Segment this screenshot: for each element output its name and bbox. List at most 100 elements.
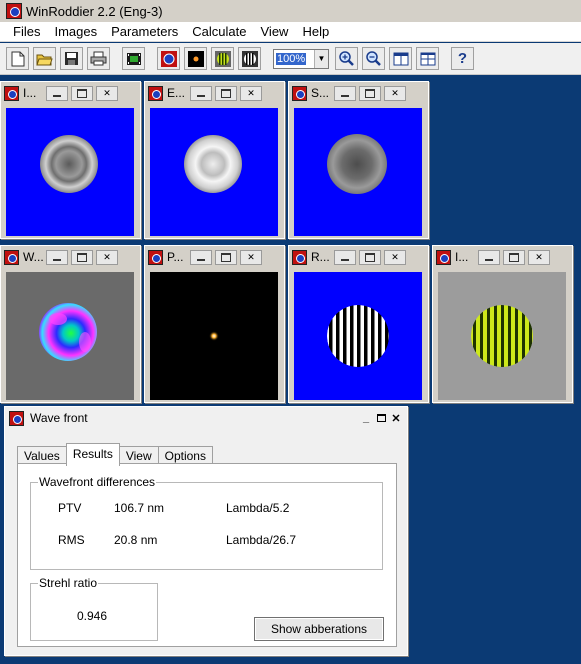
image-window-3[interactable]: S... ✕ — [288, 81, 429, 239]
menu-view[interactable]: View — [254, 24, 296, 39]
minimize-button[interactable] — [46, 85, 68, 101]
maximize-button[interactable] — [359, 249, 381, 265]
app-logo-icon — [6, 3, 22, 19]
point-spread-function — [209, 331, 219, 341]
window-titlebar[interactable]: S... ✕ — [289, 82, 428, 104]
chevron-down-icon[interactable]: ▼ — [314, 49, 328, 68]
tile-horizontal-button[interactable] — [389, 47, 412, 70]
wavefront-map-image — [6, 272, 134, 400]
window-logo-icon — [292, 85, 307, 101]
app-titlebar: WinRoddier 2.2 (Eng-3) — [0, 0, 581, 22]
help-icon: ? — [457, 50, 468, 67]
new-file-button[interactable] — [6, 47, 29, 70]
close-button[interactable]: ✕ — [96, 249, 118, 265]
defocused-star-image — [184, 135, 242, 193]
close-button[interactable]: ✕ — [389, 411, 403, 425]
tile-grid-button[interactable] — [416, 47, 439, 70]
image-window-4[interactable]: W... ✕ — [0, 245, 141, 403]
image-window-7[interactable]: I... ✕ — [432, 245, 573, 403]
maximize-button[interactable] — [374, 411, 388, 425]
film-icon — [126, 52, 141, 65]
psf-image — [150, 272, 278, 400]
maximize-button[interactable] — [215, 85, 237, 101]
tab-results[interactable]: Results — [65, 443, 120, 466]
image-window-2[interactable]: E... ✕ — [144, 81, 285, 239]
close-button[interactable]: ✕ — [240, 249, 262, 265]
maximize-button[interactable] — [71, 85, 93, 101]
image-window-5[interactable]: P... ✕ — [144, 245, 285, 403]
close-button[interactable]: ✕ — [528, 249, 550, 265]
rms-lambda: Lambda/26.7 — [226, 533, 297, 547]
window-titlebar[interactable]: I... ✕ — [433, 246, 572, 268]
minimize-button[interactable] — [46, 249, 68, 265]
window-logo-icon — [148, 249, 163, 265]
window-logo-icon — [292, 249, 307, 265]
psf-button[interactable] — [184, 47, 207, 70]
strehl-ratio-group: Strehl ratio 0.946 — [30, 576, 158, 641]
open-file-button[interactable] — [33, 47, 56, 70]
ptv-value: 106.7 nm — [114, 501, 165, 515]
window-titlebar[interactable]: E... ✕ — [145, 82, 284, 104]
maximize-button[interactable] — [503, 249, 525, 265]
minimize-button[interactable]: _ — [359, 411, 373, 425]
minimize-button[interactable] — [478, 249, 500, 265]
toolbar: 100% ▼ ? — [0, 43, 581, 75]
printer-icon — [90, 51, 107, 66]
window-titlebar[interactable]: I... ✕ — [1, 82, 140, 104]
minimize-button[interactable] — [334, 249, 356, 265]
window-logo-icon — [4, 249, 19, 265]
window-logo-icon — [4, 85, 19, 101]
show-abberations-button[interactable]: Show abberations — [254, 617, 384, 641]
wavefront-window[interactable]: Wave front _ ✕ Values Results View Optio… — [4, 406, 408, 656]
minimize-button[interactable] — [190, 249, 212, 265]
group-label: Wavefront differences — [38, 475, 157, 489]
save-button[interactable] — [60, 47, 83, 70]
new-file-icon — [11, 51, 24, 66]
zoom-select[interactable]: 100% ▼ — [273, 48, 329, 69]
maximize-button[interactable] — [215, 249, 237, 265]
rms-label: RMS — [58, 533, 85, 547]
roddier-button[interactable] — [157, 47, 180, 70]
ronchi-image — [294, 272, 422, 400]
window-titlebar[interactable]: R... ✕ — [289, 246, 428, 268]
image-window-6[interactable]: R... ✕ — [288, 245, 429, 403]
menu-files[interactable]: Files — [6, 24, 47, 39]
defocused-star-image — [40, 135, 98, 193]
app-title: WinRoddier 2.2 (Eng-3) — [26, 3, 163, 19]
close-button[interactable]: ✕ — [96, 85, 118, 101]
strehl-value: 0.946 — [77, 609, 108, 623]
close-button[interactable]: ✕ — [240, 85, 262, 101]
close-button[interactable]: ✕ — [384, 85, 406, 101]
print-button[interactable] — [87, 47, 110, 70]
minimize-button[interactable] — [190, 85, 212, 101]
menu-help[interactable]: Help — [295, 24, 336, 39]
wavefront-title: Wave front — [30, 411, 88, 425]
save-disk-icon — [65, 52, 78, 65]
menu-images[interactable]: Images — [47, 24, 104, 39]
zoom-in-button[interactable] — [335, 47, 358, 70]
ptv-label: PTV — [58, 501, 82, 515]
fringes-green-button[interactable] — [211, 47, 234, 70]
menu-parameters[interactable]: Parameters — [104, 24, 185, 39]
group-label: Strehl ratio — [38, 576, 99, 590]
window-title: W... — [23, 250, 43, 264]
minimize-button[interactable] — [334, 85, 356, 101]
defocused-star-image — [327, 134, 387, 194]
fringes-green-icon — [214, 50, 231, 67]
wavefront-differences-group: Wavefront differences PTV 106.7 nm Lambd… — [30, 475, 383, 570]
window-titlebar[interactable]: P... ✕ — [145, 246, 284, 268]
window-title: I... — [23, 86, 37, 100]
results-panel: Wavefront differences PTV 106.7 nm Lambd… — [17, 463, 397, 647]
wavefront-titlebar[interactable]: Wave front _ ✕ — [5, 407, 407, 429]
fringes-bw-button[interactable] — [238, 47, 261, 70]
zoom-out-button[interactable] — [362, 47, 385, 70]
maximize-button[interactable] — [359, 85, 381, 101]
menu-calculate[interactable]: Calculate — [185, 24, 253, 39]
close-button[interactable]: ✕ — [384, 249, 406, 265]
maximize-button[interactable] — [71, 249, 93, 265]
window-logo-icon — [148, 85, 163, 101]
window-titlebar[interactable]: W... ✕ — [1, 246, 140, 268]
image-window-1[interactable]: I... ✕ — [0, 81, 141, 239]
film-button[interactable] — [122, 47, 145, 70]
help-button[interactable]: ? — [451, 47, 474, 70]
